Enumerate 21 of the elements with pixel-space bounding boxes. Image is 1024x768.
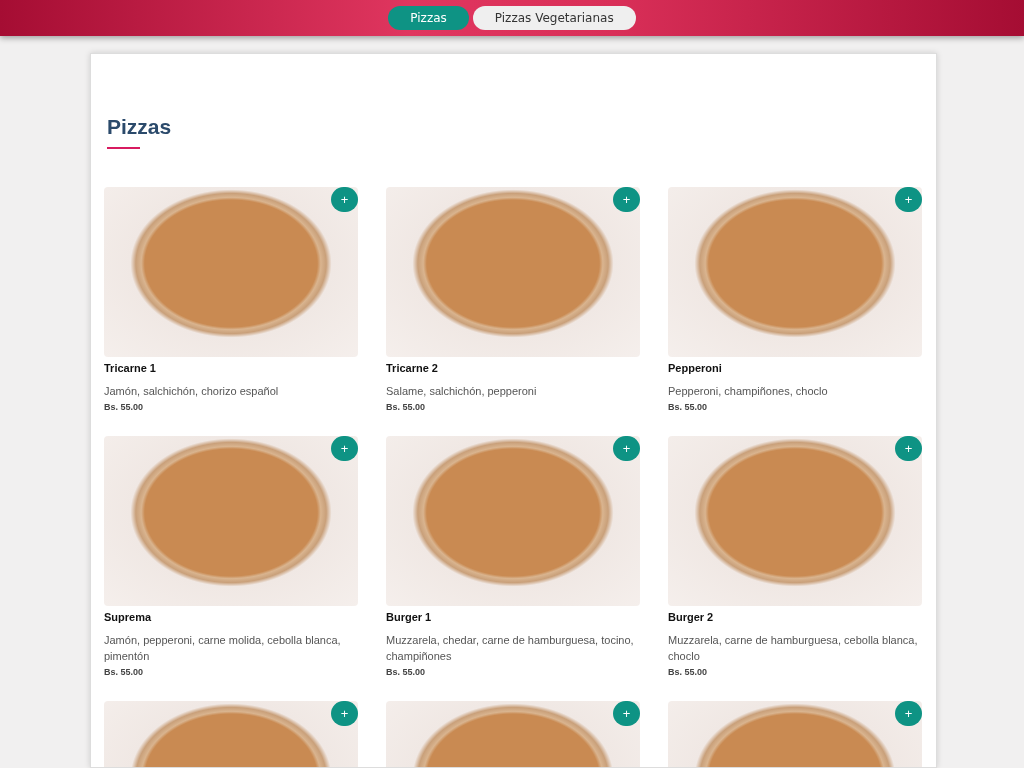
pizza-description: Muzzarela, chedar, carne de hamburguesa, tocino, champiñones bbox=[386, 632, 635, 664]
pizza-name: Pepperoni bbox=[668, 361, 723, 377]
pizza-name: Tricarne 1 bbox=[104, 361, 157, 377]
pizza-description: Jamón, pepperoni, carne molida, cebolla blanca, pimentón bbox=[104, 632, 342, 664]
pizza-price: Bs. 55.00 bbox=[386, 400, 427, 414]
section-title: Pizzas bbox=[107, 114, 173, 140]
category-tab[interactable]: Pizzas bbox=[388, 6, 469, 30]
pizza-description: Muzzarela, carne de hamburguesa, cebolla blanca, choclo bbox=[668, 632, 919, 664]
pizza-name: Suprema bbox=[104, 610, 153, 626]
pizza-name: Tricarne 2 bbox=[386, 361, 439, 377]
pizza-description: Jamón, salchichón, chorizo español bbox=[104, 383, 280, 399]
category-tab[interactable]: Pizzas Vegetarianas bbox=[472, 6, 636, 30]
pizza-price: Bs. 55.00 bbox=[104, 665, 145, 679]
pizza-name: Burger 1 bbox=[386, 610, 433, 626]
pizza-price: Bs. 55.00 bbox=[668, 400, 709, 414]
pizza-price: Bs. 55.00 bbox=[104, 400, 145, 414]
pizza-description: Salame, salchichón, pepperoni bbox=[386, 383, 538, 399]
pizza-description: Pepperoni, champiñones, choclo bbox=[668, 383, 829, 399]
pizza-name: Burger 2 bbox=[668, 610, 715, 626]
pizza-price: Bs. 55.00 bbox=[668, 665, 709, 679]
pizza-price: Bs. 55.00 bbox=[386, 665, 427, 679]
